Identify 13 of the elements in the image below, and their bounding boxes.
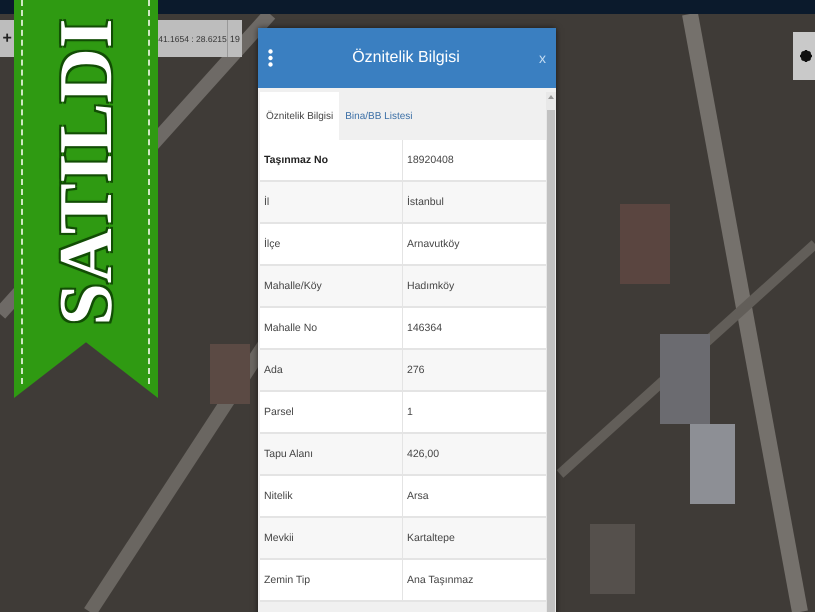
- tab[interactable]: Bina/BB Listesi: [339, 92, 419, 140]
- settings-icon: [800, 50, 812, 62]
- coordinates-text: 41.1654 : 28.6215: [157, 34, 227, 44]
- settings-button[interactable]: [793, 32, 815, 80]
- scroll-up-arrow-icon[interactable]: [548, 94, 554, 100]
- dialog-title: Öznitelik Bilgisi: [351, 49, 461, 67]
- zoom-level-text: 19: [226, 20, 242, 57]
- tab[interactable]: Öznitelik Bilgisi: [260, 92, 340, 140]
- field-label: Zemin Tip: [260, 560, 402, 602]
- scrollbar[interactable]: [546, 92, 556, 612]
- menu-icon[interactable]: [268, 49, 273, 67]
- zoom-in-button[interactable]: +: [0, 30, 14, 48]
- sold-label: SATILDI: [48, 18, 124, 326]
